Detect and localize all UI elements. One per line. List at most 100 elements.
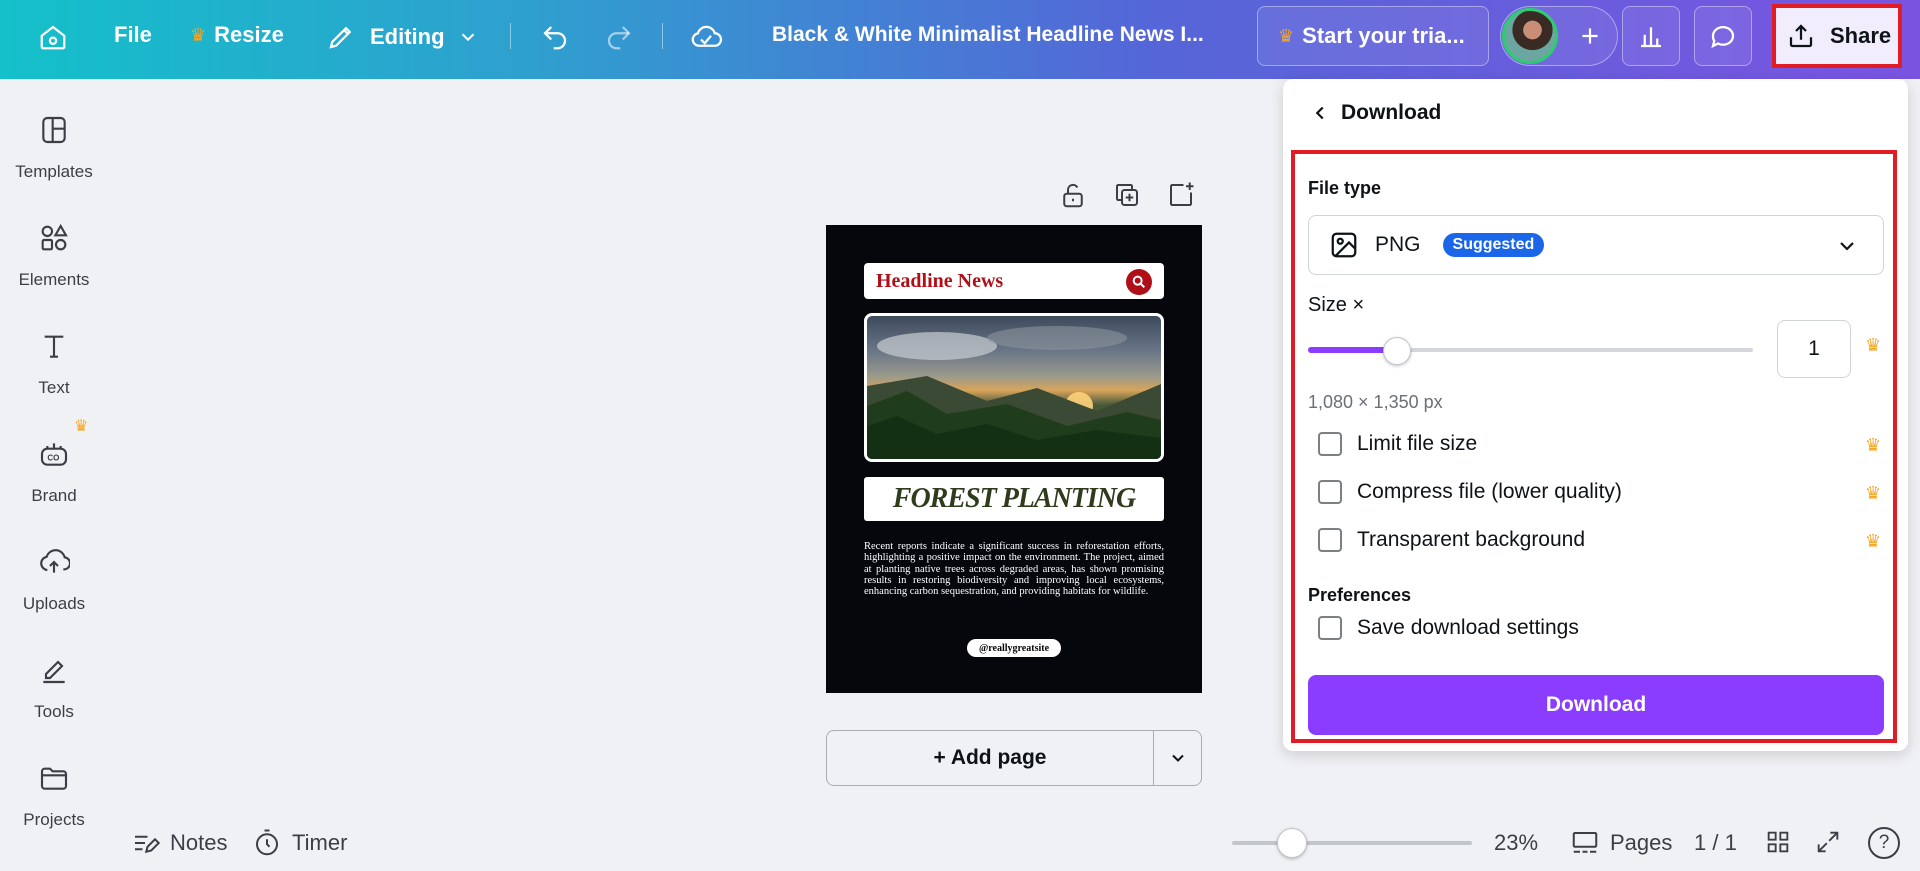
redo-icon[interactable] (602, 20, 636, 54)
suggested-badge: Suggested (1442, 233, 1545, 257)
timer-icon (256, 829, 278, 856)
sidebar-item-tools[interactable]: Tools (0, 648, 108, 743)
size-slider[interactable] (1308, 337, 1753, 365)
svg-text:CO: CO (47, 454, 59, 463)
slider-thumb[interactable] (1383, 337, 1411, 365)
sidebar-label: Text (38, 378, 70, 397)
top-bar: File ♛ Resize Editing Black & White Mini… (0, 0, 1920, 79)
pencil-icon (329, 26, 352, 49)
add-page-button[interactable]: + Add page (826, 730, 1202, 786)
crown-icon: ♛ (1278, 25, 1295, 46)
checkbox[interactable] (1318, 528, 1342, 552)
forest-photo[interactable] (864, 313, 1164, 462)
undo-icon[interactable] (538, 20, 572, 54)
sidebar-item-uploads[interactable]: Uploads (0, 540, 108, 635)
sidebar-label: Brand (31, 486, 77, 505)
resize-label: Resize (214, 22, 284, 47)
sidebar-item-text[interactable]: Text (0, 324, 108, 419)
cloud-saved-icon[interactable] (688, 20, 724, 54)
article-body[interactable]: Recent reports indicate a significant su… (864, 541, 1164, 597)
collaborators-group[interactable] (1500, 6, 1618, 66)
option-label: Transparent background (1357, 528, 1586, 551)
timer-button[interactable]: Timer (252, 828, 347, 858)
save-download-settings-option[interactable]: Save download settings (1318, 616, 1579, 640)
slider-thumb[interactable] (1277, 828, 1307, 858)
text-icon (38, 324, 70, 368)
slider-track (1232, 841, 1472, 845)
crown-icon: ♛ (74, 418, 89, 435)
crown-icon: ♛ (190, 24, 207, 45)
brand-icon: CO (38, 432, 70, 476)
notes-icon (135, 835, 160, 854)
download-options: File type PNG Suggested Size × 1 ♛ 1,080… (1291, 150, 1897, 743)
sidebar-item-elements[interactable]: Elements (0, 216, 108, 311)
zoom-slider[interactable] (1232, 828, 1472, 858)
dimensions-text: 1,080 × 1,350 px (1308, 392, 1443, 412)
pages-button[interactable]: Pages (1570, 828, 1672, 858)
file-menu[interactable]: File (114, 22, 152, 48)
fullscreen-icon[interactable] (1812, 826, 1844, 858)
help-button[interactable]: ? (1868, 827, 1900, 859)
elements-icon (38, 216, 70, 260)
checkbox[interactable] (1318, 616, 1342, 640)
divider (510, 23, 511, 49)
templates-icon (38, 108, 70, 152)
compress-file-option[interactable]: Compress file (lower quality) (1318, 480, 1622, 504)
crown-icon: ♛ (1865, 483, 1882, 503)
upload-share-icon (1789, 24, 1813, 48)
file-type-label: File type (1308, 178, 1382, 198)
share-button[interactable]: Share (1772, 4, 1902, 68)
transparent-background-option[interactable]: Transparent background (1318, 528, 1585, 552)
crown-icon: ♛ (1865, 435, 1882, 455)
sidebar-item-templates[interactable]: Templates (0, 108, 108, 203)
headline-bar[interactable]: Headline News (864, 263, 1164, 299)
duplicate-page-icon[interactable] (1112, 180, 1142, 210)
editing-mode-dropdown[interactable]: Editing (326, 22, 479, 52)
avatar[interactable] (1502, 8, 1558, 64)
zoom-value[interactable]: 23% (1494, 830, 1538, 856)
back-button[interactable]: Download (1309, 101, 1441, 125)
checkbox[interactable] (1318, 480, 1342, 504)
sidebar-item-projects[interactable]: Projects (0, 756, 108, 851)
projects-icon (38, 756, 70, 800)
search-icon (1126, 269, 1152, 295)
handle-pill[interactable]: @reallygreatsite (967, 639, 1061, 657)
document-title[interactable]: Black & White Minimalist Headline News I… (772, 23, 1204, 47)
insights-button[interactable] (1622, 6, 1680, 66)
comments-button[interactable] (1694, 6, 1752, 66)
checkbox[interactable] (1318, 432, 1342, 456)
lock-icon[interactable] (1058, 180, 1088, 210)
timer-label: Timer (292, 830, 348, 855)
file-type-select[interactable]: PNG Suggested (1308, 215, 1884, 275)
chevron-down-icon[interactable] (1154, 731, 1202, 785)
download-button[interactable]: Download (1308, 675, 1884, 735)
start-trial-button[interactable]: ♛ Start your tria... (1257, 6, 1489, 66)
chevron-left-icon (1315, 106, 1324, 120)
sidebar-item-brand[interactable]: ♛ CO Brand (0, 418, 108, 527)
size-label: Size × (1308, 294, 1365, 316)
notes-button[interactable]: Notes (130, 828, 227, 858)
trial-label: Start your tria... (1302, 23, 1465, 48)
design-page[interactable]: Headline News FOREST PLANTING Recent rep… (826, 225, 1202, 693)
limit-file-size-option[interactable]: Limit file size (1318, 432, 1477, 456)
title-banner[interactable]: FOREST PLANTING (864, 477, 1164, 521)
home-icon[interactable] (36, 20, 70, 54)
crown-icon: ♛ (1865, 531, 1882, 551)
option-label: Save download settings (1357, 616, 1579, 639)
option-label: Compress file (lower quality) (1357, 480, 1622, 503)
sidebar-label: Uploads (22, 594, 86, 613)
chevron-down-icon (461, 33, 474, 42)
crown-icon: ♛ (1865, 335, 1882, 355)
grid-view-icon[interactable] (1762, 826, 1794, 858)
size-input[interactable]: 1 (1777, 320, 1851, 378)
pages-label: Pages (1610, 830, 1673, 855)
add-page-icon[interactable] (1166, 180, 1196, 210)
editing-label: Editing (370, 24, 445, 49)
help-icon: ? (1878, 832, 1890, 853)
sidebar-label: Tools (34, 702, 74, 721)
file-type-value: PNG (1375, 233, 1421, 256)
resize-button[interactable]: ♛ Resize (190, 22, 284, 48)
add-collaborator-icon[interactable] (1569, 15, 1611, 57)
option-label: Limit file size (1357, 432, 1478, 455)
uploads-icon (38, 540, 70, 584)
